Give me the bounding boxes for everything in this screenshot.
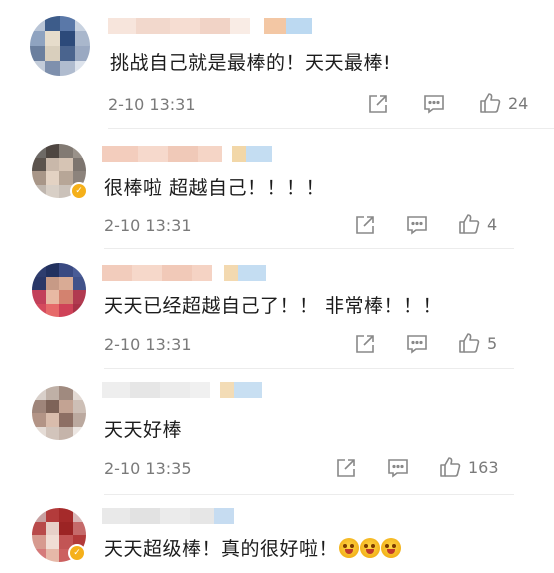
comment-text: 很棒啦 超越自己！！！！ [104, 177, 326, 199]
grinning-face-emoji [360, 538, 381, 558]
share-icon [354, 214, 376, 236]
comment-time: 2-10 13:31 [104, 216, 192, 235]
avatar[interactable] [30, 16, 90, 76]
grinning-face-emoji [381, 538, 402, 558]
comment-item: ✓ 天天超级棒！真的很好啦！ [0, 496, 554, 573]
divider [104, 248, 514, 249]
reply-button[interactable] [386, 457, 410, 479]
comment-time: 2-10 13:31 [108, 95, 196, 114]
vip-badge-icon: ✓ [70, 182, 88, 200]
comment-item: 挑战自己就是最棒的！天天最棒! 2-10 13:31 24 [0, 0, 554, 130]
avatar[interactable] [32, 263, 86, 317]
comment-text: 天天已经超越自己了！！ 非常棒！！！ [104, 295, 443, 317]
thumbs-up-icon [457, 212, 481, 236]
like-count: 163 [468, 457, 499, 477]
share-button[interactable] [367, 93, 389, 115]
like-button[interactable]: 4 [457, 212, 497, 236]
share-icon [335, 457, 357, 479]
like-count: 4 [487, 214, 498, 234]
divider [108, 128, 554, 129]
comment-icon [405, 214, 429, 236]
comment-text: 挑战自己就是最棒的！天天最棒! [110, 52, 392, 74]
like-button[interactable]: 24 [478, 91, 528, 115]
grinning-face-emoji [339, 538, 360, 558]
like-count: 24 [508, 93, 529, 113]
thumbs-up-icon [438, 455, 462, 479]
comment-time: 2-10 13:35 [104, 459, 192, 478]
comment-item: 天天已经超越自己了！！ 非常棒！！！ 2-10 13:31 5 [0, 250, 554, 370]
like-button[interactable]: 163 [438, 455, 499, 479]
share-icon [367, 93, 389, 115]
share-button[interactable] [335, 457, 357, 479]
thumbs-up-icon [457, 331, 481, 355]
vip-badge-icon: ✓ [68, 544, 86, 562]
comment-text: 天天超级棒！真的很好啦！ [104, 536, 402, 562]
username-blurred[interactable] [102, 146, 272, 162]
comment-item: ✓ 很棒啦 超越自己！！！！ 2-10 13:31 4 [0, 130, 554, 250]
comment-item: 天天好棒 2-10 13:35 163 [0, 370, 554, 496]
reply-button[interactable] [422, 93, 446, 115]
share-icon [354, 333, 376, 355]
comment-text-content: 天天超级棒！真的很好啦！ [104, 538, 339, 560]
divider [104, 494, 514, 495]
comment-text: 天天好棒 [104, 419, 183, 441]
thumbs-up-icon [478, 91, 502, 115]
avatar[interactable] [32, 386, 86, 440]
comment-icon [422, 93, 446, 115]
username-blurred[interactable] [102, 508, 234, 524]
divider [104, 368, 514, 369]
like-button[interactable]: 5 [457, 331, 497, 355]
username-blurred[interactable] [102, 382, 262, 398]
reply-button[interactable] [405, 333, 429, 355]
username-blurred[interactable] [102, 265, 266, 281]
username-blurred[interactable] [108, 18, 312, 34]
like-count: 5 [487, 333, 498, 353]
share-button[interactable] [354, 214, 376, 236]
comment-icon [405, 333, 429, 355]
share-button[interactable] [354, 333, 376, 355]
reply-button[interactable] [405, 214, 429, 236]
comment-time: 2-10 13:31 [104, 335, 192, 354]
comment-icon [386, 457, 410, 479]
